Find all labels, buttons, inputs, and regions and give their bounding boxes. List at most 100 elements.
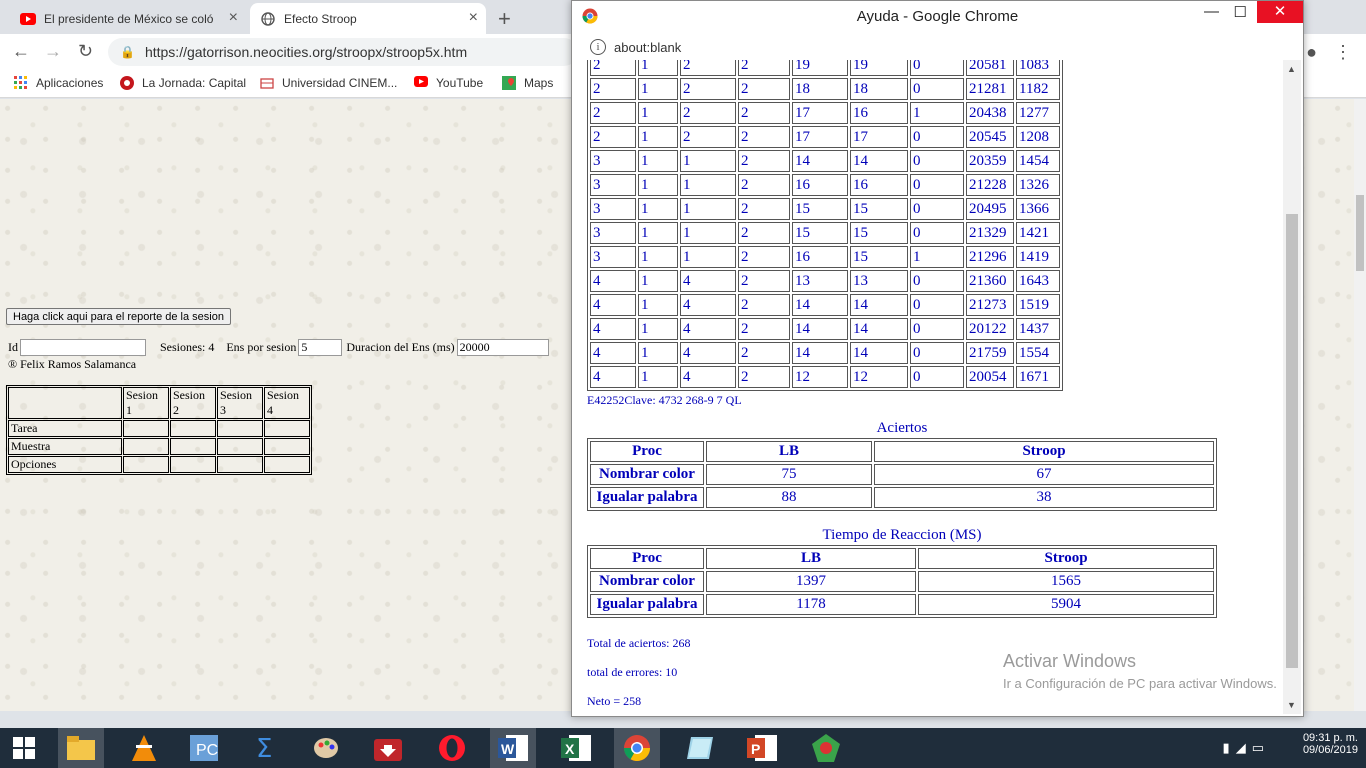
excel-icon[interactable]: X [560, 732, 592, 764]
table-row: 2 1 2 2 18 18 0 21281 1182 [590, 78, 1060, 100]
table-cell: 1 [638, 174, 678, 196]
back-icon[interactable]: ← [12, 41, 30, 62]
close-tab-icon[interactable]: × [229, 9, 238, 27]
table-cell: 0 [910, 198, 964, 220]
table-cell: 12 [850, 366, 908, 388]
table-cell[interactable] [217, 420, 263, 437]
popup-url-text: about:blank [614, 39, 682, 55]
network-icon[interactable]: ▮ [1223, 740, 1236, 755]
proc-cell: Igualar palabra [590, 594, 704, 615]
tray-icons[interactable]: ▮◢▭ [1223, 740, 1270, 756]
info-icon[interactable]: i [590, 39, 606, 55]
start-icon[interactable] [8, 732, 40, 764]
table-cell: 2 [738, 78, 790, 100]
system-tray[interactable]: 09:31 p. m. 09/06/2019 [1303, 732, 1358, 756]
address-bar[interactable]: 🔒 https://gatorrison.neocities.org/stroo… [108, 38, 578, 66]
close-window-button[interactable]: ✕ [1257, 1, 1303, 23]
report-button[interactable]: Haga click aqui para el reporte de la se… [6, 308, 231, 325]
id-input[interactable] [20, 339, 146, 356]
volume-icon[interactable]: ◢ [1236, 740, 1252, 755]
profile-icon[interactable]: ● [1306, 42, 1317, 62]
table-cell: 1421 [1016, 222, 1060, 244]
ens-input[interactable] [298, 339, 343, 356]
new-tab-icon[interactable]: + [498, 6, 511, 32]
tab-efecto-stroop[interactable]: Efecto Stroop × [250, 3, 486, 34]
table-cell: 15 [792, 222, 848, 244]
tab-youtube[interactable]: El presidente de México se coló a × [10, 3, 246, 34]
table-cell: 1 [680, 222, 736, 244]
table-cell: 2 [738, 318, 790, 340]
stroop-cell: 67 [874, 464, 1214, 485]
game-app-icon[interactable] [810, 732, 842, 764]
table-cell: 16 [850, 174, 908, 196]
page-scrollbar[interactable] [1354, 99, 1366, 711]
table-cell: 1419 [1016, 246, 1060, 268]
table-cell[interactable] [217, 438, 263, 455]
table-cell: 21281 [966, 78, 1014, 100]
table-cell: 2 [738, 342, 790, 364]
forward-icon[interactable]: → [44, 41, 62, 62]
table-cell[interactable] [123, 420, 169, 437]
table-cell[interactable] [170, 420, 216, 437]
table-cell: 0 [910, 150, 964, 172]
maximize-icon[interactable]: ☐ [1234, 3, 1247, 21]
table-cell: 16 [792, 174, 848, 196]
bookmark-apps[interactable]: Aplicaciones [14, 76, 103, 90]
popup-url-bar[interactable]: i about:blank [578, 34, 1297, 60]
table-cell: 13 [792, 270, 848, 292]
bookmark-maps[interactable]: Maps [502, 76, 553, 90]
table-cell[interactable] [264, 438, 310, 455]
scroll-up-icon[interactable]: ▲ [1287, 64, 1296, 74]
table-cell: 4 [680, 342, 736, 364]
table-row: 2 1 2 2 17 17 0 20545 1208 [590, 126, 1060, 148]
bookmark-jornada[interactable]: La Jornada: Capital [120, 76, 246, 90]
table-cell[interactable] [123, 456, 169, 473]
scrollbar-thumb[interactable] [1286, 214, 1298, 668]
battery-icon[interactable]: ▭ [1252, 740, 1270, 755]
tab-title: Efecto Stroop [284, 11, 357, 26]
table-cell[interactable] [264, 420, 310, 437]
scrollbar-thumb[interactable] [1356, 195, 1364, 271]
reload-icon[interactable]: ↻ [78, 41, 93, 62]
sigma-app-icon[interactable]: Σ [250, 732, 282, 764]
menu-icon[interactable]: ⋮ [1334, 42, 1352, 62]
table-cell[interactable] [217, 456, 263, 473]
download-app-icon[interactable] [372, 732, 404, 764]
popup-content: 2 1 2 2 19 19 0 20581 1083 2 1 2 2 18 18 0 21281 1182 2 1 2 2… [572, 60, 1283, 714]
file-explorer-icon[interactable] [58, 728, 104, 768]
table-cell: 21759 [966, 342, 1014, 364]
table-row: Muestra [8, 438, 310, 455]
scroll-down-icon[interactable]: ▼ [1287, 700, 1296, 710]
chrome-icon[interactable] [614, 728, 660, 768]
table-cell: 0 [910, 342, 964, 364]
table-cell: 2 [680, 126, 736, 148]
notes-app-icon[interactable] [684, 732, 716, 764]
duration-input[interactable] [456, 339, 549, 356]
popup-scrollbar[interactable]: ▲ ▼ [1283, 60, 1301, 714]
table-cell[interactable] [170, 456, 216, 473]
powerpoint-icon[interactable]: P [746, 732, 778, 764]
table-cell: 3 [590, 174, 636, 196]
table-header-row: Proc LB Stroop [590, 548, 1214, 569]
table-cell: 4 [680, 270, 736, 292]
table-header-row: Sesion 1 Sesion 2 Sesion 3 Sesion 4 [8, 387, 310, 419]
table-row: Nombrar color 75 67 [590, 464, 1214, 485]
bookmark-label: La Jornada: Capital [142, 76, 247, 90]
table-cell[interactable] [123, 438, 169, 455]
minimize-icon[interactable]: — [1204, 3, 1219, 20]
vlc-icon[interactable] [128, 732, 160, 764]
word-icon[interactable]: W [490, 728, 536, 768]
opera-icon[interactable] [436, 732, 468, 764]
table-cell[interactable] [170, 438, 216, 455]
close-tab-icon[interactable]: × [469, 9, 478, 27]
table-cell: 14 [850, 150, 908, 172]
table-row: 4 1 4 2 13 13 0 21360 1643 [590, 270, 1060, 292]
table-cell: 0 [910, 318, 964, 340]
table-cell[interactable] [264, 456, 310, 473]
pc-app-icon[interactable]: PC [188, 732, 220, 764]
bookmark-cinem[interactable]: Universidad CINEM... [260, 76, 397, 90]
table-cell: 1 [638, 60, 678, 76]
table-cell: 4 [680, 366, 736, 388]
paint-icon[interactable] [310, 732, 342, 764]
bookmark-youtube[interactable]: YouTube [414, 76, 483, 90]
